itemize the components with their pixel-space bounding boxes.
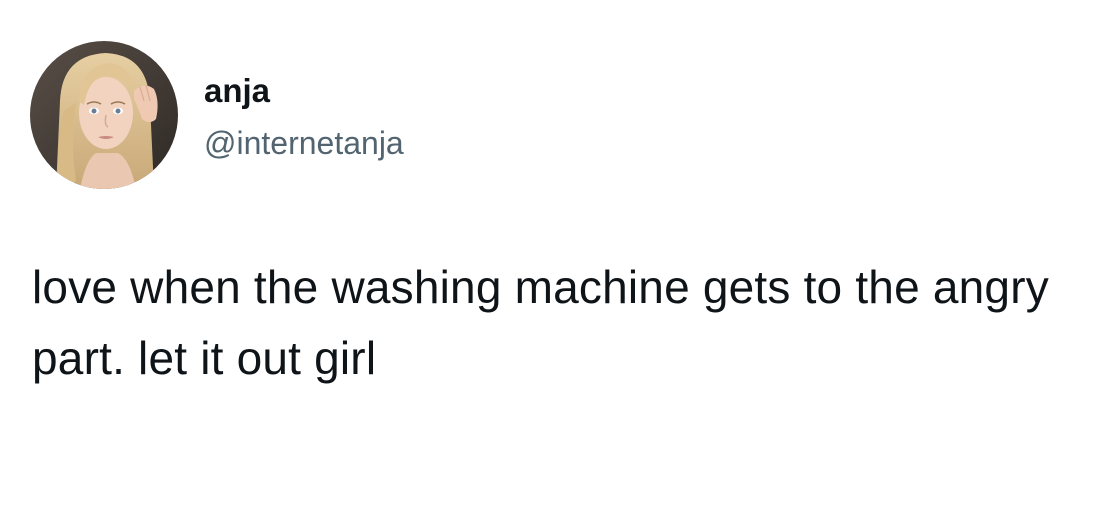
tweet-text: love when the washing machine gets to th…	[32, 261, 1049, 384]
avatar[interactable]	[30, 41, 178, 189]
author-handle[interactable]: @internetanja	[204, 124, 404, 162]
profile-photo-icon	[30, 41, 178, 189]
tweet-card: anja @internetanja love when the washing…	[0, 0, 1096, 522]
author-info: anja @internetanja	[204, 72, 404, 162]
author-display-name[interactable]: anja	[204, 72, 404, 110]
